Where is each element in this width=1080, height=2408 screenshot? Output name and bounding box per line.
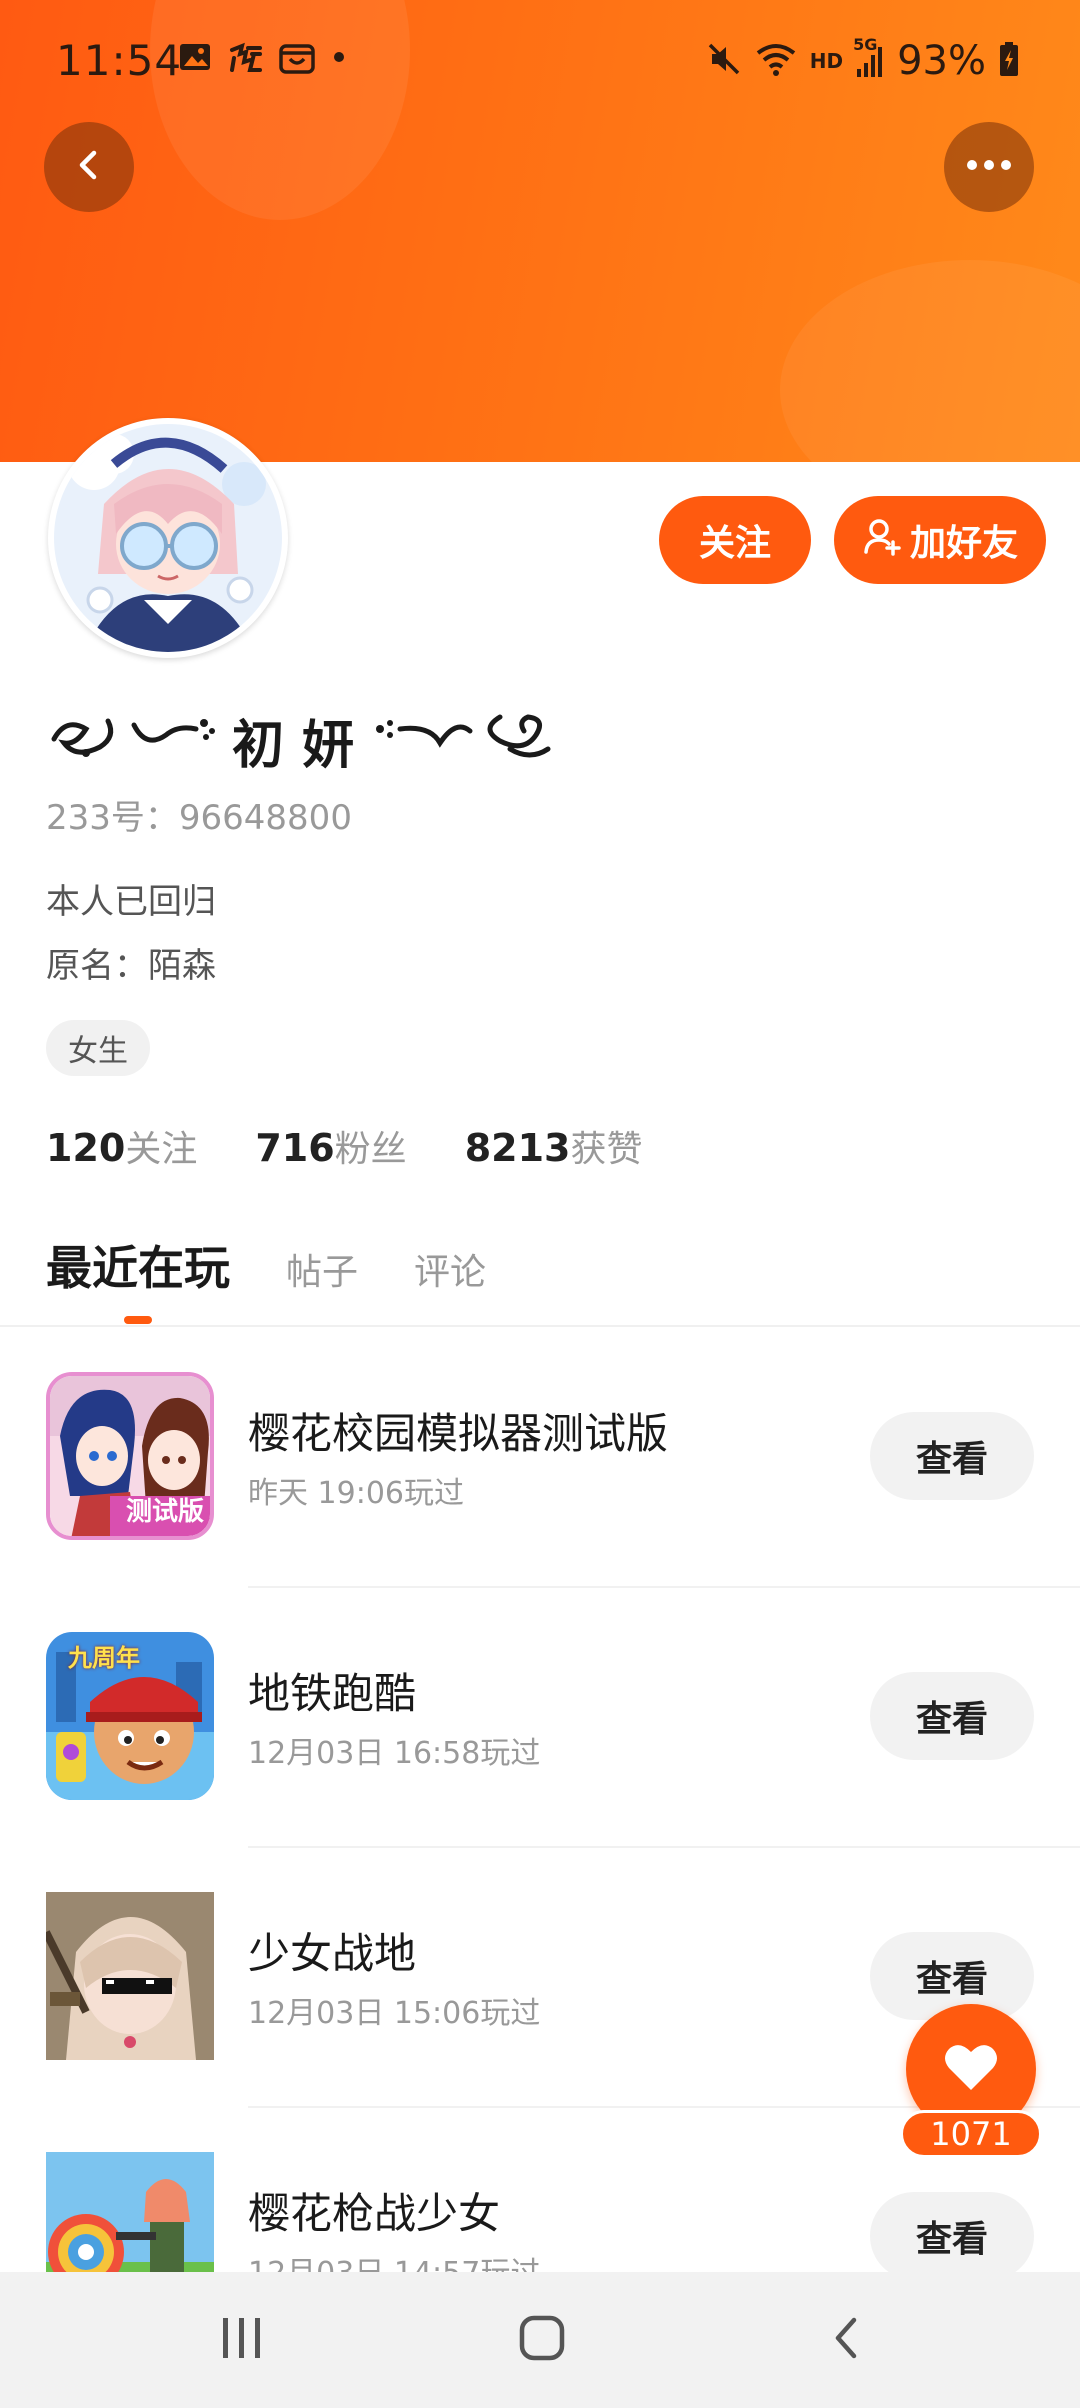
view-button[interactable]: 查看 <box>870 1412 1034 1500</box>
system-nav-bar <box>0 2272 1080 2408</box>
mute-icon <box>706 41 742 81</box>
active-tab-indicator <box>124 1316 152 1324</box>
stat-label: 关注 <box>125 1129 198 1170</box>
stat-value: 8213 <box>464 1126 571 1170</box>
nickname-decoration-left <box>46 699 226 782</box>
game-icon-badge: 九周年 <box>68 1644 140 1672</box>
game-title: 樱花枪战少女 <box>248 2189 501 2238</box>
bio-line: 本人已回归 <box>46 882 216 922</box>
profile-stats: 120关注 716粉丝 8213获赞 <box>46 1120 642 1172</box>
stat-fans[interactable]: 716粉丝 <box>255 1120 406 1172</box>
recent-apps-button[interactable] <box>202 2310 282 2370</box>
back-button[interactable] <box>44 122 134 212</box>
user-id: 233号：96648800 <box>46 798 352 838</box>
tab-posts[interactable]: 帖子 <box>286 1243 358 1295</box>
status-bar: 11:54 HD 5G 93% <box>0 0 1080 120</box>
wifi-icon <box>754 41 798 81</box>
more-button[interactable] <box>944 122 1034 212</box>
stat-likes[interactable]: 8213获赞 <box>465 1120 643 1172</box>
home-button[interactable] <box>502 2310 582 2370</box>
add-friend-button[interactable]: 加好友 <box>834 496 1046 584</box>
add-friend-button-label: 加好友 <box>909 523 1018 564</box>
game-played-time: 昨天 19:06玩过 <box>248 1476 464 1511</box>
game-icon-badge: 测试版 <box>125 1497 204 1527</box>
game-played-time: 12月03日 16:58玩过 <box>248 1736 541 1771</box>
game-icon <box>46 2152 214 2272</box>
tab-comments[interactable]: 评论 <box>414 1243 486 1295</box>
signal-icon: 5G <box>853 35 885 79</box>
game-played-time: 12月03日 14:57玩过 <box>248 2248 540 2272</box>
recent-apps-icon <box>219 2316 265 2364</box>
stat-label: 获赞 <box>570 1129 643 1170</box>
tab-recently-played[interactable]: 最近在玩 <box>46 1232 230 1298</box>
follow-button[interactable]: 关注 <box>659 496 811 584</box>
home-icon <box>518 2314 566 2366</box>
list-item[interactable]: 测试版 樱花校园模拟器测试版 昨天 19:06玩过 查看 <box>0 1328 1080 1588</box>
battery-charging-icon <box>998 41 1020 81</box>
view-button[interactable]: 查看 <box>870 1672 1034 1760</box>
system-back-button[interactable] <box>806 2310 886 2370</box>
more-horizontal-icon <box>964 157 1014 177</box>
hd-label: HD <box>809 49 844 73</box>
taobao-icon <box>228 40 262 74</box>
follow-button-label: 关注 <box>698 523 771 564</box>
avatar[interactable] <box>48 418 288 658</box>
view-button[interactable]: 查看 <box>870 2192 1034 2272</box>
list-item[interactable]: 九周年 地铁跑酷 12月03日 16:58玩过 查看 <box>0 1588 1080 1848</box>
gender-tag: 女生 <box>46 1020 150 1076</box>
stat-label: 粉丝 <box>334 1129 407 1170</box>
game-icon: 九周年 <box>46 1632 214 1800</box>
profile-tabs: 最近在玩 帖子 评论 <box>46 1232 486 1298</box>
game-title: 地铁跑酷 <box>248 1669 417 1718</box>
game-icon: 测试版 <box>46 1372 214 1540</box>
image-icon <box>178 40 212 74</box>
notification-dot-icon <box>334 52 344 62</box>
like-count-badge: 1071 <box>900 2110 1042 2158</box>
stat-following[interactable]: 120关注 <box>46 1120 197 1172</box>
game-played-time: 12月03日 15:06玩过 <box>248 1996 541 2031</box>
game-icon <box>46 1892 214 2060</box>
nickname-text: 初 妍 <box>232 715 355 776</box>
divider <box>0 1325 1080 1327</box>
stat-value: 716 <box>255 1126 335 1170</box>
add-user-icon <box>862 516 902 565</box>
heart-icon <box>943 2042 999 2096</box>
shopping-bag-icon <box>278 40 315 74</box>
back-icon <box>828 2314 864 2366</box>
stat-value: 120 <box>46 1126 126 1170</box>
game-title: 樱花校园模拟器测试版 <box>248 1409 669 1458</box>
bio-line: 原名：陌森 <box>46 946 216 986</box>
nickname-decoration-right <box>360 699 600 782</box>
game-title: 少女战地 <box>248 1929 417 1978</box>
chevron-left-icon <box>69 145 109 189</box>
nickname: 初 妍 <box>46 700 600 780</box>
network-label: 5G <box>853 35 878 54</box>
status-time: 11:54 <box>56 36 183 85</box>
battery-percent: 93% <box>897 38 986 84</box>
